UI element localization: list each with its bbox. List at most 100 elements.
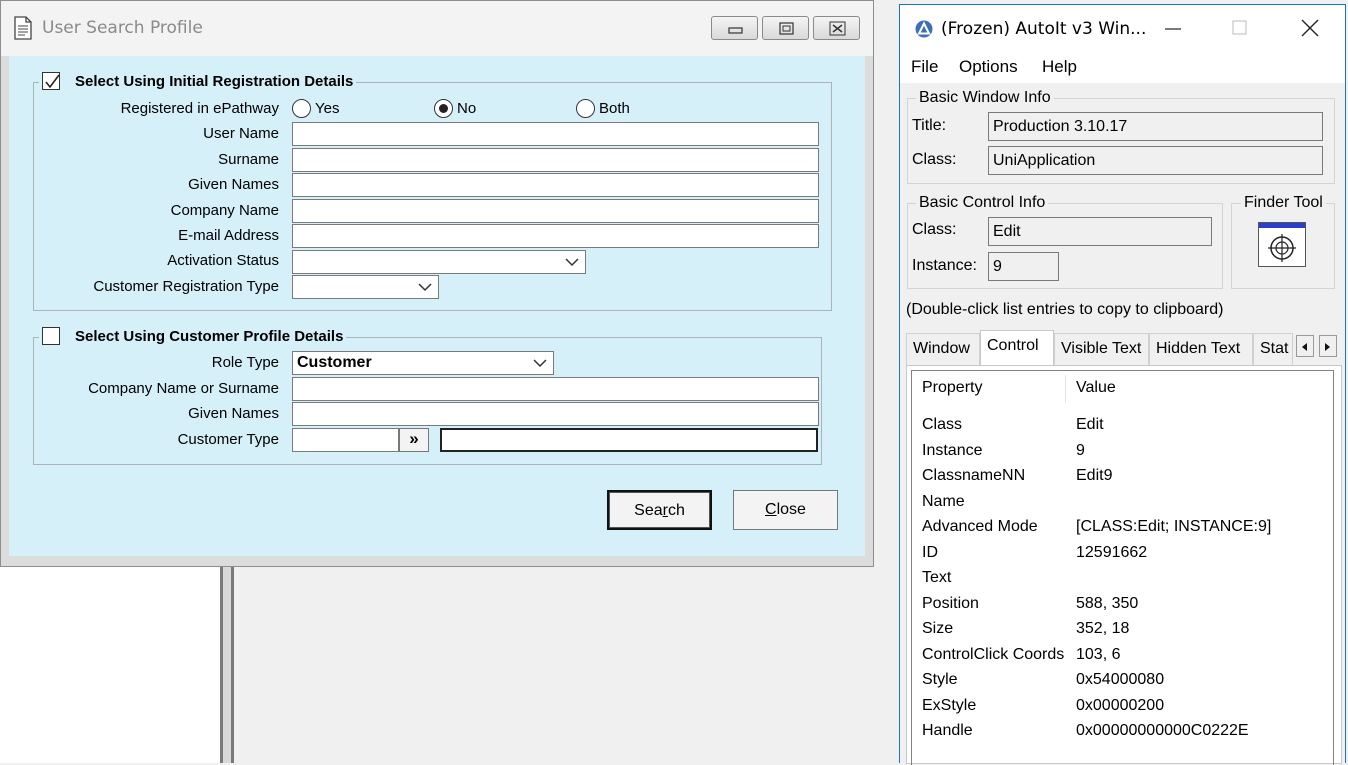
tab-scroll-right[interactable] xyxy=(1319,335,1337,357)
tab-window[interactable]: Window xyxy=(906,333,980,365)
minimize-button[interactable] xyxy=(711,16,758,40)
property-cell: ID xyxy=(922,543,938,561)
list-item[interactable]: Text xyxy=(912,567,1333,592)
list-item[interactable]: ClassnameNN Edit9 xyxy=(912,465,1333,490)
radio-circle xyxy=(292,99,311,118)
company-name-input[interactable] xyxy=(292,199,819,223)
role-type-value: Customer xyxy=(297,354,372,371)
customer-type-lookup-button[interactable]: » xyxy=(399,428,429,452)
list-item[interactable]: ControlClick Coords 103, 6 xyxy=(912,644,1333,669)
tab-scroll-left[interactable] xyxy=(1296,335,1314,357)
initial-registration-legend: Select Using Initial Registration Detail… xyxy=(39,72,357,90)
list-item[interactable]: Instance 9 xyxy=(912,440,1333,465)
radio-no[interactable]: No xyxy=(434,99,476,118)
role-type-select[interactable]: Customer xyxy=(292,351,554,375)
close-icon[interactable] xyxy=(1299,15,1321,37)
arrow-left-icon xyxy=(1302,343,1307,351)
initial-registration-checkbox[interactable] xyxy=(42,72,60,90)
search-label-part: Sea xyxy=(634,502,663,519)
value-cell: 9 xyxy=(1076,441,1085,459)
control-instance-field[interactable]: 9 xyxy=(988,252,1059,281)
initial-registration-label: Select Using Initial Registration Detail… xyxy=(75,72,354,90)
window-title-field[interactable]: Production 3.10.17 xyxy=(988,112,1323,141)
menu-options[interactable]: Options xyxy=(959,57,1018,77)
property-cell: Style xyxy=(922,671,958,688)
list-item[interactable]: Advanced Mode [CLASS:Edit; INSTANCE:9] xyxy=(912,516,1333,541)
tab-hidden-text[interactable]: Hidden Text xyxy=(1149,333,1253,365)
close-window-button[interactable] xyxy=(813,16,860,40)
role-type-label: Role Type xyxy=(211,354,279,371)
radio-yes-label: Yes xyxy=(315,100,340,117)
given-names-label-2: Given Names xyxy=(188,405,279,422)
list-item[interactable]: Handle 0x00000000000C0222E xyxy=(912,720,1333,745)
basic-window-info-legend: Basic Window Info xyxy=(916,89,1054,107)
autoit-app-icon xyxy=(915,20,933,38)
value-cell: 0x00000200 xyxy=(1076,696,1165,714)
menu-help[interactable]: Help xyxy=(1042,57,1077,77)
autoit-title-bar[interactable]: (Frozen) AutoIt v3 Win... xyxy=(900,5,1345,51)
control-class-label: Class: xyxy=(912,221,957,238)
maximize-icon[interactable] xyxy=(1230,15,1250,35)
customer-registration-type-select[interactable] xyxy=(292,275,439,299)
property-cell: ClassnameNN xyxy=(922,467,1026,484)
value-cell: 103, 6 xyxy=(1076,645,1121,663)
window-class-label: Class: xyxy=(912,151,957,168)
property-cell: Name xyxy=(922,492,965,510)
customer-registration-type-label: Customer Registration Type xyxy=(93,278,279,295)
email-input[interactable] xyxy=(292,224,819,248)
control-class-field[interactable]: Edit xyxy=(988,217,1212,246)
given-names-label: Given Names xyxy=(188,176,279,193)
company-or-surname-input[interactable] xyxy=(292,377,819,401)
basic-control-info-legend: Basic Control Info xyxy=(916,194,1049,212)
customer-profile-legend: Select Using Customer Profile Details xyxy=(39,327,347,345)
header-value[interactable]: Value xyxy=(1076,379,1116,397)
property-cell: ControlClick Coords xyxy=(922,645,1065,663)
list-item[interactable]: Name xyxy=(912,491,1333,516)
tab-control[interactable]: Control xyxy=(980,330,1054,366)
finder-tool-target[interactable] xyxy=(1258,222,1306,267)
header-property[interactable]: Property xyxy=(922,379,982,397)
window-class-field[interactable]: UniApplication xyxy=(988,146,1323,175)
radio-both[interactable]: Both xyxy=(576,99,630,118)
document-icon xyxy=(14,16,32,40)
list-item[interactable]: ID 12591662 xyxy=(912,542,1333,567)
header-divider[interactable] xyxy=(1065,375,1066,403)
company-name-label: Company Name xyxy=(170,202,279,219)
value-cell: 0x54000080 xyxy=(1076,671,1165,688)
radio-yes[interactable]: Yes xyxy=(292,99,339,118)
activation-status-select[interactable] xyxy=(292,250,586,274)
list-item[interactable]: ExStyle 0x00000200 xyxy=(912,695,1333,720)
user-name-input[interactable] xyxy=(292,122,819,146)
minimize-icon[interactable] xyxy=(1163,15,1183,35)
chevron-down-icon xyxy=(418,283,432,292)
property-cell: Handle xyxy=(922,722,973,739)
customer-profile-checkbox[interactable] xyxy=(42,327,60,345)
list-item[interactable]: Class Edit xyxy=(912,414,1333,439)
dialog-title-bar[interactable]: User Search Profile xyxy=(1,1,873,56)
customer-type-code-input[interactable] xyxy=(292,428,399,452)
surname-input[interactable] xyxy=(292,148,819,172)
given-names-input[interactable] xyxy=(292,173,819,197)
given-names-input-2[interactable] xyxy=(292,402,819,426)
list-item[interactable]: Position 588, 350 xyxy=(912,593,1333,618)
list-item[interactable]: Size 352, 18 xyxy=(912,618,1333,643)
dialog-title: User Search Profile xyxy=(42,18,203,38)
search-button[interactable]: Search xyxy=(607,490,712,530)
arrow-right-icon xyxy=(1325,343,1330,351)
close-button[interactable]: Close xyxy=(733,490,838,530)
radio-circle xyxy=(576,99,595,118)
list-item[interactable]: Style 0x54000080 xyxy=(912,669,1333,694)
background-splitter[interactable] xyxy=(223,566,231,763)
tab-statusbar[interactable]: Stat xyxy=(1253,333,1293,365)
chevron-down-icon xyxy=(533,359,547,368)
surname-label: Surname xyxy=(218,151,279,168)
property-list[interactable]: Property Value Class Edit Instance 9 Classna… xyxy=(911,370,1334,765)
crosshair-icon xyxy=(1259,223,1305,262)
control-instance-label: Instance: xyxy=(912,257,977,274)
customer-type-description-input[interactable] xyxy=(440,428,818,452)
dialog-body: Select Using Initial Registration Detail… xyxy=(9,56,865,556)
maximize-button[interactable] xyxy=(762,16,809,40)
close-hotkey: C xyxy=(765,501,777,518)
menu-file[interactable]: File xyxy=(911,57,938,77)
tab-visible-text[interactable]: Visible Text xyxy=(1054,333,1149,365)
